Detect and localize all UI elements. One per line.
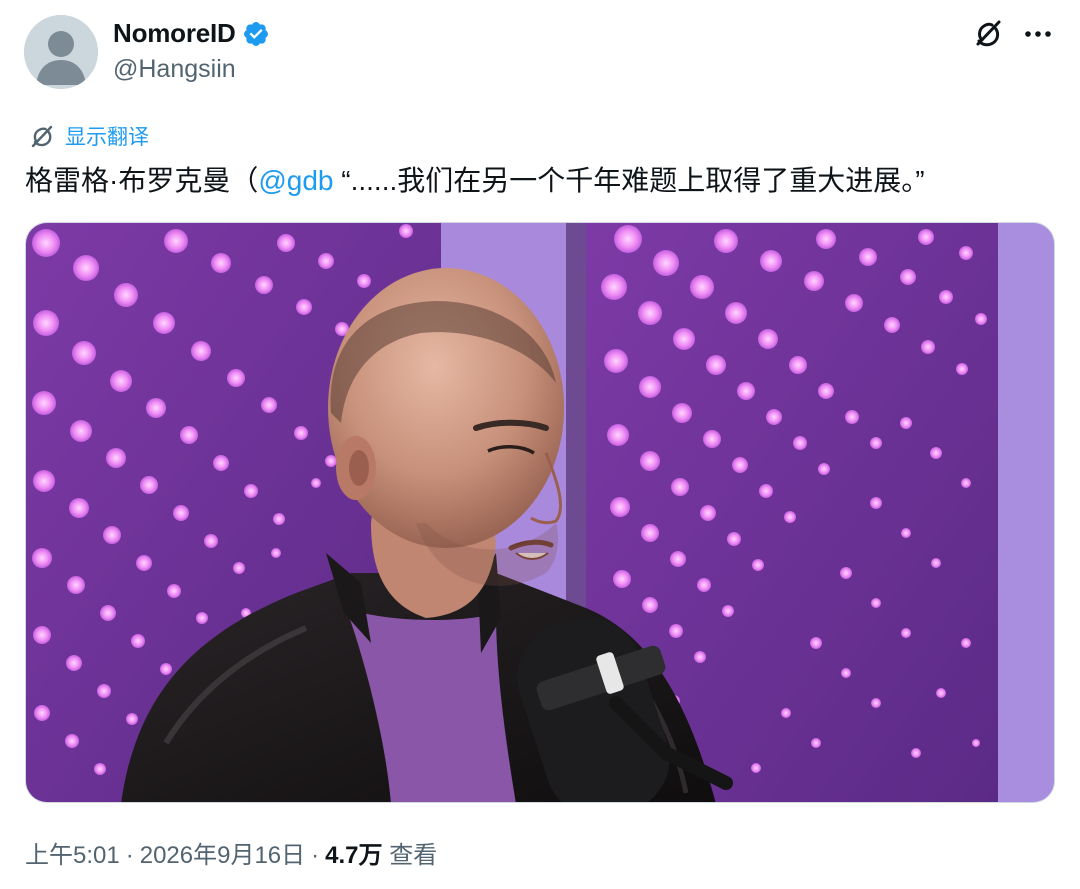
show-translation-link[interactable]: 显示翻译: [27, 121, 149, 151]
more-options-icon[interactable]: [1022, 20, 1054, 48]
avatar[interactable]: [24, 15, 98, 89]
author-name-row[interactable]: NomoreID: [113, 18, 270, 49]
verified-badge-icon: [243, 21, 268, 46]
author-display-name[interactable]: NomoreID: [113, 18, 236, 49]
views-label: 查看: [389, 842, 438, 869]
mention-link[interactable]: @gdb: [258, 165, 333, 196]
tweet-text: 格雷格·布罗克曼（@gdb “......我们在另一个千年难题上取得了重大进展。…: [25, 162, 925, 200]
meta-separator: ·: [125, 842, 134, 869]
tweet-photo[interactable]: [25, 222, 1055, 803]
default-avatar-icon: [24, 15, 98, 89]
author-handle[interactable]: @Hangsiin: [113, 55, 236, 84]
tweet-text-after: “......我们在另一个千年难题上取得了重大进展。”: [341, 165, 925, 196]
tweet-text-before: 格雷格·布罗克曼（: [25, 165, 259, 196]
meta-separator: ·: [311, 842, 320, 869]
views-count: 4.7万: [325, 842, 383, 869]
tweet-time[interactable]: 上午5:01: [25, 842, 120, 869]
grok-icon[interactable]: [970, 16, 1006, 52]
tweet-date[interactable]: 2026年9月16日: [140, 842, 305, 869]
translate-icon: [31, 125, 53, 148]
podcast-photo-image: [26, 223, 1054, 802]
tweet-meta: 上午5:01 · 2026年9月16日 · 4.7万 查看: [25, 835, 437, 870]
tweet-card: NomoreID @Hangsiin 显示翻译 格雷格·布罗克曼（@gdb “.…: [0, 0, 1080, 889]
show-translation-label[interactable]: 显示翻译: [65, 121, 149, 151]
